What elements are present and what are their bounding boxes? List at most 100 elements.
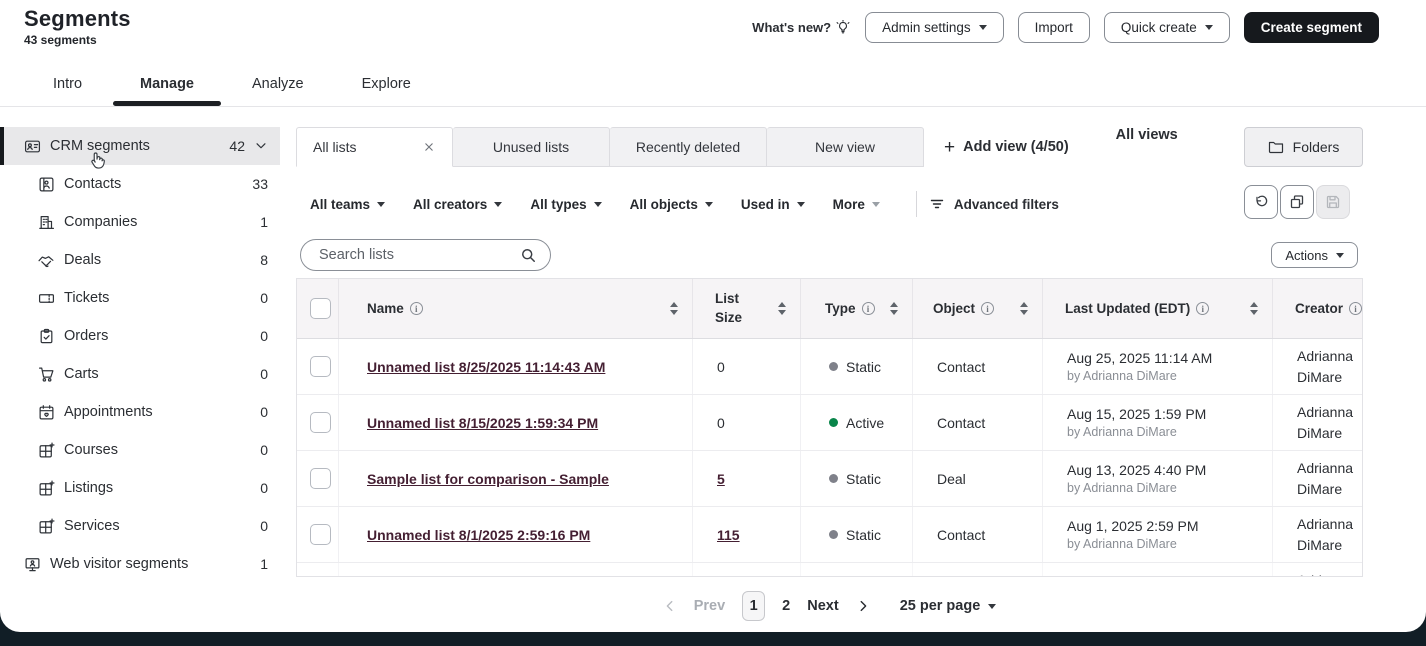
prev-button[interactable]: Prev [694,598,725,614]
copy-button[interactable] [1280,185,1314,219]
close-icon[interactable] [422,140,436,154]
import-button[interactable]: Import [1018,12,1090,43]
sidebar-item-listings[interactable]: Listings 0 [0,469,280,507]
list-name-link[interactable]: Sample list for comparison - Sample [367,471,609,487]
sidebar-item-orders[interactable]: Orders 0 [0,317,280,355]
select-all-checkbox[interactable] [310,298,331,319]
quick-create-button[interactable]: Quick create [1104,12,1230,43]
chevron-left-icon[interactable] [663,599,677,613]
sidebar-item-deals[interactable]: Deals 8 [0,241,280,279]
sort-icon[interactable] [778,302,786,315]
updated-by: by Adrianna DiMare [1067,425,1206,439]
calendar-heart-icon [38,404,55,421]
row-checkbox[interactable] [310,356,331,377]
admin-settings-button[interactable]: Admin settings [865,12,1004,43]
sort-icon[interactable] [1250,302,1258,315]
list-name-link[interactable]: Unnamed list 8/1/2025 2:59:16 PM [367,527,590,543]
column-header-creator[interactable]: Creator [1273,279,1363,338]
info-icon[interactable] [862,302,875,315]
sort-icon[interactable] [890,302,898,315]
row-checkbox[interactable] [310,412,331,433]
actions-label: Actions [1285,248,1328,263]
sidebar-item-crm-segments[interactable]: CRM segments 42 [0,127,280,165]
list-size-value: 0 [717,359,725,375]
search-input[interactable] [317,246,520,264]
page-2-button[interactable]: 2 [782,598,790,614]
save-view-button[interactable] [1316,185,1350,219]
creator-cell: Adrianna DiMare [1273,451,1363,506]
info-icon[interactable] [410,302,423,315]
type-label: Static [846,471,881,487]
advanced-filters-button[interactable]: Advanced filters [929,196,1059,212]
row-checkbox[interactable] [310,524,331,545]
caret-down-icon [988,604,996,609]
sidebar-item-courses[interactable]: Courses 0 [0,431,280,469]
creator-name: Adrianna DiMare [1297,570,1363,577]
sidebar-item-tickets[interactable]: Tickets 0 [0,279,280,317]
list-name-link[interactable]: Unnamed list 8/15/2025 1:59:34 PM [367,415,598,431]
list-size-link[interactable]: 115 [717,527,740,543]
top-nav: Intro Manage Analyze Explore [0,62,1426,107]
add-view-label: Add view (4/50) [963,139,1069,155]
info-icon[interactable] [981,302,994,315]
tab-manage[interactable]: Manage [140,76,194,92]
page-1-button[interactable]: 1 [742,591,765,621]
sidebar-item-appointments[interactable]: Appointments 0 [0,393,280,431]
filter-all-objects[interactable]: All objects [630,197,713,212]
column-header-name[interactable]: Name [339,279,693,338]
column-header-object[interactable]: Object [913,279,1043,338]
tab-explore[interactable]: Explore [362,76,411,92]
filter-icon-buttons [1244,185,1350,219]
column-header-type[interactable]: Type [801,279,913,338]
folders-button[interactable]: Folders [1244,127,1363,167]
view-tab-all-lists[interactable]: All lists [296,127,453,167]
list-size-cell: 0 [693,395,801,450]
view-tab-recently-deleted[interactable]: Recently deleted [610,127,767,167]
info-icon[interactable] [1196,302,1209,315]
column-header-list-size[interactable]: List Size [693,279,801,338]
filter-label: All types [530,197,586,212]
whats-new-link[interactable]: What's new? [752,20,851,36]
view-tab-new-view[interactable]: New view [767,127,924,167]
all-views-button[interactable]: All views [1116,127,1178,167]
view-tab-unused-lists[interactable]: Unused lists [453,127,610,167]
sidebar-item-label: Services [64,518,120,534]
type-cell: Active [801,395,913,450]
tab-analyze[interactable]: Analyze [252,76,304,92]
sidebar-item-contacts[interactable]: Contacts 33 [0,165,280,203]
building-icon [38,214,55,231]
chevron-right-icon[interactable] [856,599,870,613]
tab-intro[interactable]: Intro [53,76,82,92]
sort-icon[interactable] [670,302,678,315]
filter-all-types[interactable]: All types [530,197,601,212]
sort-icon[interactable] [1020,302,1028,315]
status-dot [829,474,838,483]
filter-more[interactable]: More [833,197,880,212]
actions-button[interactable]: Actions [1271,242,1358,268]
row-checkbox[interactable] [310,468,331,489]
search-box [300,239,551,271]
column-header-last-updated[interactable]: Last Updated (EDT) [1043,279,1273,338]
cart-icon [38,366,55,383]
per-page-dropdown[interactable]: 25 per page [900,598,997,614]
add-view-button[interactable]: + Add view (4/50) [944,127,1069,167]
sidebar-item-count: 42 [229,138,245,154]
list-size-link[interactable]: 5 [717,471,725,487]
info-icon[interactable] [1349,302,1362,315]
create-segment-button[interactable]: Create segment [1244,12,1379,43]
filter-all-creators[interactable]: All creators [413,197,502,212]
undo-button[interactable] [1244,185,1278,219]
next-button[interactable]: Next [807,598,838,614]
sidebar-item-count: 8 [260,252,268,268]
quick-create-label: Quick create [1121,20,1197,35]
creator-name: Adrianna DiMare [1297,514,1363,555]
filter-used-in[interactable]: Used in [741,197,805,212]
sidebar-item-companies[interactable]: Companies 1 [0,203,280,241]
filter-all-teams[interactable]: All teams [310,197,385,212]
monitor-user-icon [24,556,41,573]
sidebar-item-label: Carts [64,366,99,382]
sidebar-item-carts[interactable]: Carts 0 [0,355,280,393]
sidebar-item-web-visitor-segments[interactable]: Web visitor segments 1 [0,545,280,583]
list-name-link[interactable]: Unnamed list 8/25/2025 11:14:43 AM [367,359,605,375]
sidebar-item-services[interactable]: Services 0 [0,507,280,545]
